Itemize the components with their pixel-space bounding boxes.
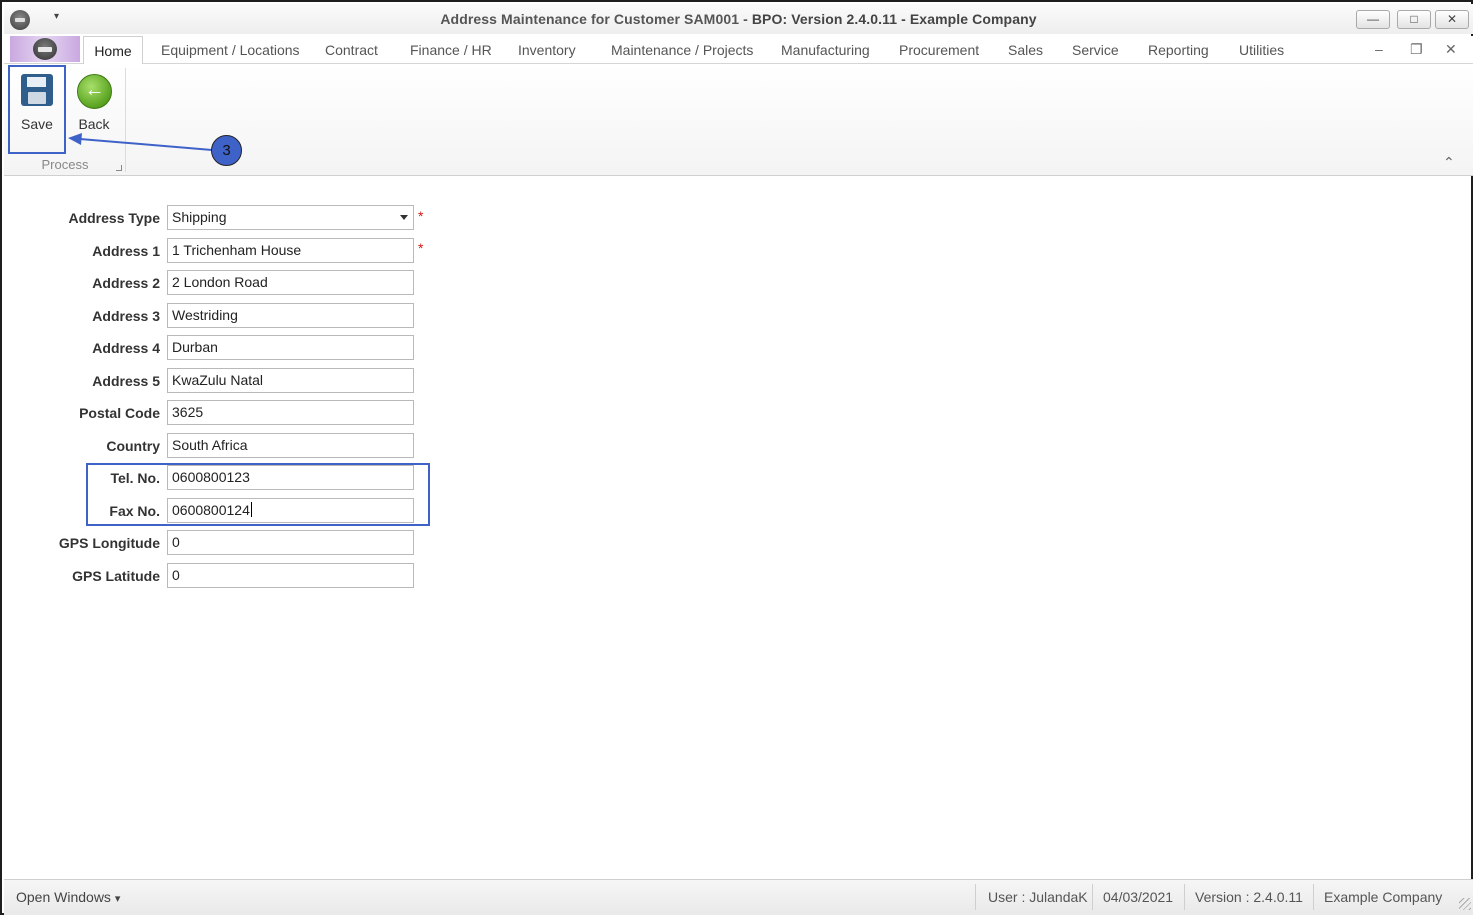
address1-label: Address 1 (92, 243, 160, 259)
mdi-close-icon[interactable]: ✕ (1445, 41, 1457, 58)
status-version: Version : 2.4.0.11 (1195, 889, 1303, 905)
address-type-select[interactable]: Shipping (167, 205, 414, 230)
tab-procurement[interactable]: Procurement (899, 42, 979, 58)
tab-equipment-locations[interactable]: Equipment / Locations (161, 42, 300, 58)
tab-service[interactable]: Service (1072, 42, 1119, 58)
gps-latitude-label: GPS Latitude (72, 568, 160, 584)
address4-label: Address 4 (92, 340, 160, 356)
minimize-button[interactable]: — (1356, 10, 1390, 29)
tab-inventory[interactable]: Inventory (518, 42, 576, 58)
close-button[interactable]: ✕ (1435, 10, 1469, 29)
postal-code-label: Postal Code (79, 405, 160, 421)
postal-code-field[interactable]: 3625 (167, 400, 414, 425)
address-type-label: Address Type (68, 210, 160, 226)
address5-label: Address 5 (92, 373, 160, 389)
collapse-ribbon-icon[interactable]: ⌃ (1443, 154, 1455, 171)
address1-field[interactable]: 1 Trichenham House (167, 238, 414, 263)
maximize-button[interactable]: □ (1397, 10, 1431, 29)
ribbon-group-label: Process (41, 157, 89, 172)
required-marker: * (418, 208, 424, 224)
tab-home[interactable]: Home (83, 36, 143, 65)
tab-finance-hr[interactable]: Finance / HR (410, 42, 492, 58)
tab-maintenance-projects[interactable]: Maintenance / Projects (611, 42, 753, 58)
address3-field[interactable]: Westriding (167, 303, 414, 328)
chevron-down-icon: ▾ (114, 893, 121, 905)
mdi-restore-icon[interactable]: ❐ (1410, 41, 1423, 58)
status-user: User : JulandaK (988, 889, 1088, 905)
application-menu-button[interactable] (10, 36, 80, 62)
title-bar: ▾ Address Maintenance for Customer SAM00… (4, 4, 1473, 34)
gps-longitude-label: GPS Longitude (58, 535, 160, 551)
status-divider (1092, 884, 1093, 910)
window-title-app: BPO: Version 2.4.0.11 - Example Company (751, 11, 1037, 27)
save-highlight-box (8, 65, 66, 154)
tab-manufacturing[interactable]: Manufacturing (781, 42, 870, 58)
gps-longitude-field[interactable]: 0 (167, 530, 414, 555)
gps-latitude-field[interactable]: 0 (167, 563, 414, 588)
status-bar: Open Windows ▾ User : JulandaK 04/03/202… (4, 879, 1473, 915)
status-divider (975, 884, 976, 910)
mdi-minimize-icon[interactable]: – (1375, 41, 1383, 57)
address4-field[interactable]: Durban (167, 335, 414, 360)
address2-label: Address 2 (92, 275, 160, 291)
tab-sales[interactable]: Sales (1008, 42, 1043, 58)
open-windows-label: Open Windows (16, 889, 111, 905)
required-marker: * (418, 240, 424, 256)
address3-label: Address 3 (92, 308, 160, 324)
resize-grip-icon[interactable] (1459, 898, 1471, 910)
window-title-context: Address Maintenance for Customer SAM001 … (440, 11, 752, 27)
step-number-badge: 3 (211, 135, 242, 166)
group-dialog-launcher-icon[interactable] (116, 165, 122, 171)
open-windows-button[interactable]: Open Windows ▾ (16, 889, 120, 905)
ribbon-group-divider (125, 68, 126, 172)
address-type-value: Shipping (172, 209, 227, 225)
back-button[interactable]: Back (66, 66, 122, 152)
tab-reporting[interactable]: Reporting (1148, 42, 1209, 58)
status-divider (1313, 884, 1314, 910)
dropdown-arrow-icon[interactable] (400, 215, 408, 220)
status-divider (1184, 884, 1185, 910)
status-company: Example Company (1324, 889, 1443, 905)
tab-utilities[interactable]: Utilities (1239, 42, 1284, 58)
ribbon-tab-bar: Home Equipment / Locations Contract Fina… (4, 36, 1473, 65)
address5-field[interactable]: KwaZulu Natal (167, 368, 414, 393)
window-title: Address Maintenance for Customer SAM001 … (4, 11, 1473, 27)
back-arrow-icon (77, 74, 112, 109)
address2-field[interactable]: 2 London Road (167, 270, 414, 295)
back-button-label: Back (78, 116, 110, 132)
status-date: 04/03/2021 (1103, 889, 1174, 905)
tel-fax-highlight-box (86, 463, 430, 526)
country-field[interactable]: South Africa (167, 433, 414, 458)
application-window: ▾ Address Maintenance for Customer SAM00… (0, 0, 1473, 915)
tab-contract[interactable]: Contract (325, 42, 378, 58)
bpo-logo-icon (33, 38, 57, 60)
country-label: Country (106, 438, 160, 454)
